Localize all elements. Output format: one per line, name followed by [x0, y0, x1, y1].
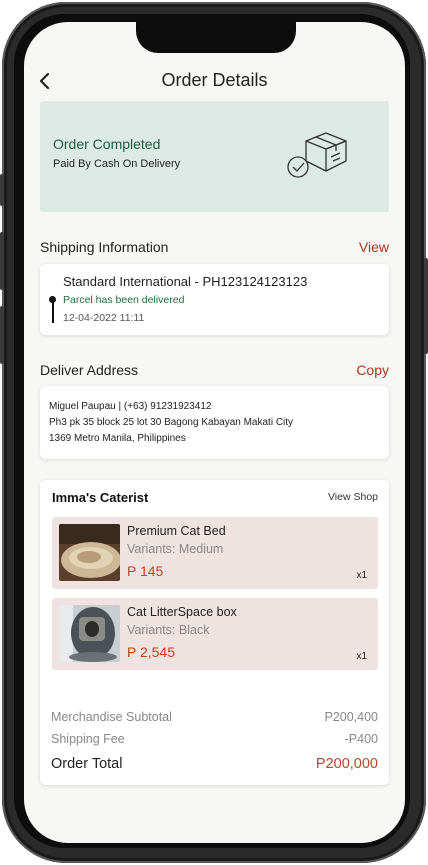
- view-shop-link[interactable]: View Shop: [328, 491, 378, 503]
- shipping-fee-value: -P400: [344, 732, 378, 746]
- shipping-date: 12-04-2022 11:11: [63, 312, 145, 324]
- power-button: [424, 258, 428, 354]
- copy-address-link[interactable]: Copy: [356, 362, 389, 378]
- product-name: Premium Cat Bed: [127, 524, 226, 538]
- order-items-card: Imma's Caterist View Shop Premium Cat Be…: [40, 480, 389, 785]
- address-section-title: Deliver Address: [40, 362, 139, 378]
- order-total-label: Order Total: [51, 756, 123, 772]
- product-item[interactable]: Premium Cat Bed Variants: Medium P 145 x…: [52, 517, 378, 589]
- product-quantity: x1: [356, 570, 367, 581]
- order-status-title: Order Completed: [53, 136, 161, 152]
- shop-name: Imma's Caterist: [52, 490, 149, 505]
- product-image: [59, 524, 120, 581]
- notch: [136, 22, 296, 53]
- product-variant: Variants: Medium: [127, 542, 224, 556]
- volume-up-button: [0, 232, 4, 290]
- order-total-value: P200,000: [315, 756, 378, 772]
- shipping-status: Parcel has been delivered: [63, 294, 185, 306]
- shipping-card: Standard International - PH123124123123 …: [40, 264, 389, 335]
- product-price: P 145: [127, 563, 164, 579]
- app-screen: Order Details Order Completed Paid By Ca…: [24, 22, 405, 843]
- payment-method-label: Paid By Cash On Delivery: [53, 158, 181, 170]
- subtotal-value: P200,400: [324, 710, 378, 724]
- package-delivered-icon: [287, 132, 347, 178]
- product-price: P 2,545: [127, 644, 176, 660]
- address-line: Miguel Paupau | (+63) 91231923412: [49, 401, 212, 412]
- order-status-banner: Order Completed Paid By Cash On Delivery: [40, 101, 389, 212]
- address-line: Ph3 pk 35 block 25 lot 30 Bagong Kabayan…: [49, 417, 294, 428]
- page-title: Order Details: [161, 70, 268, 90]
- timeline-line: [52, 301, 54, 323]
- product-quantity: x1: [356, 651, 367, 662]
- product-variant: Variants: Black: [127, 623, 210, 637]
- address-line: 1369 Metro Manila, Philippines: [49, 433, 186, 444]
- shipping-fee-label: Shipping Fee: [51, 732, 125, 746]
- shipping-method: Standard International - PH123124123123: [63, 274, 308, 289]
- shipping-section-title: Shipping Information: [40, 239, 169, 255]
- subtotal-label: Merchandise Subtotal: [51, 710, 172, 724]
- product-item[interactable]: Cat LitterSpace box Variants: Black P 2,…: [52, 598, 378, 670]
- address-card: Miguel Paupau | (+63) 91231923412 Ph3 pk…: [40, 386, 389, 459]
- product-name: Cat LitterSpace box: [127, 605, 237, 619]
- product-image: [59, 605, 120, 662]
- view-shipping-link[interactable]: View: [359, 239, 389, 255]
- action-button: [0, 174, 4, 206]
- volume-down-button: [0, 306, 4, 364]
